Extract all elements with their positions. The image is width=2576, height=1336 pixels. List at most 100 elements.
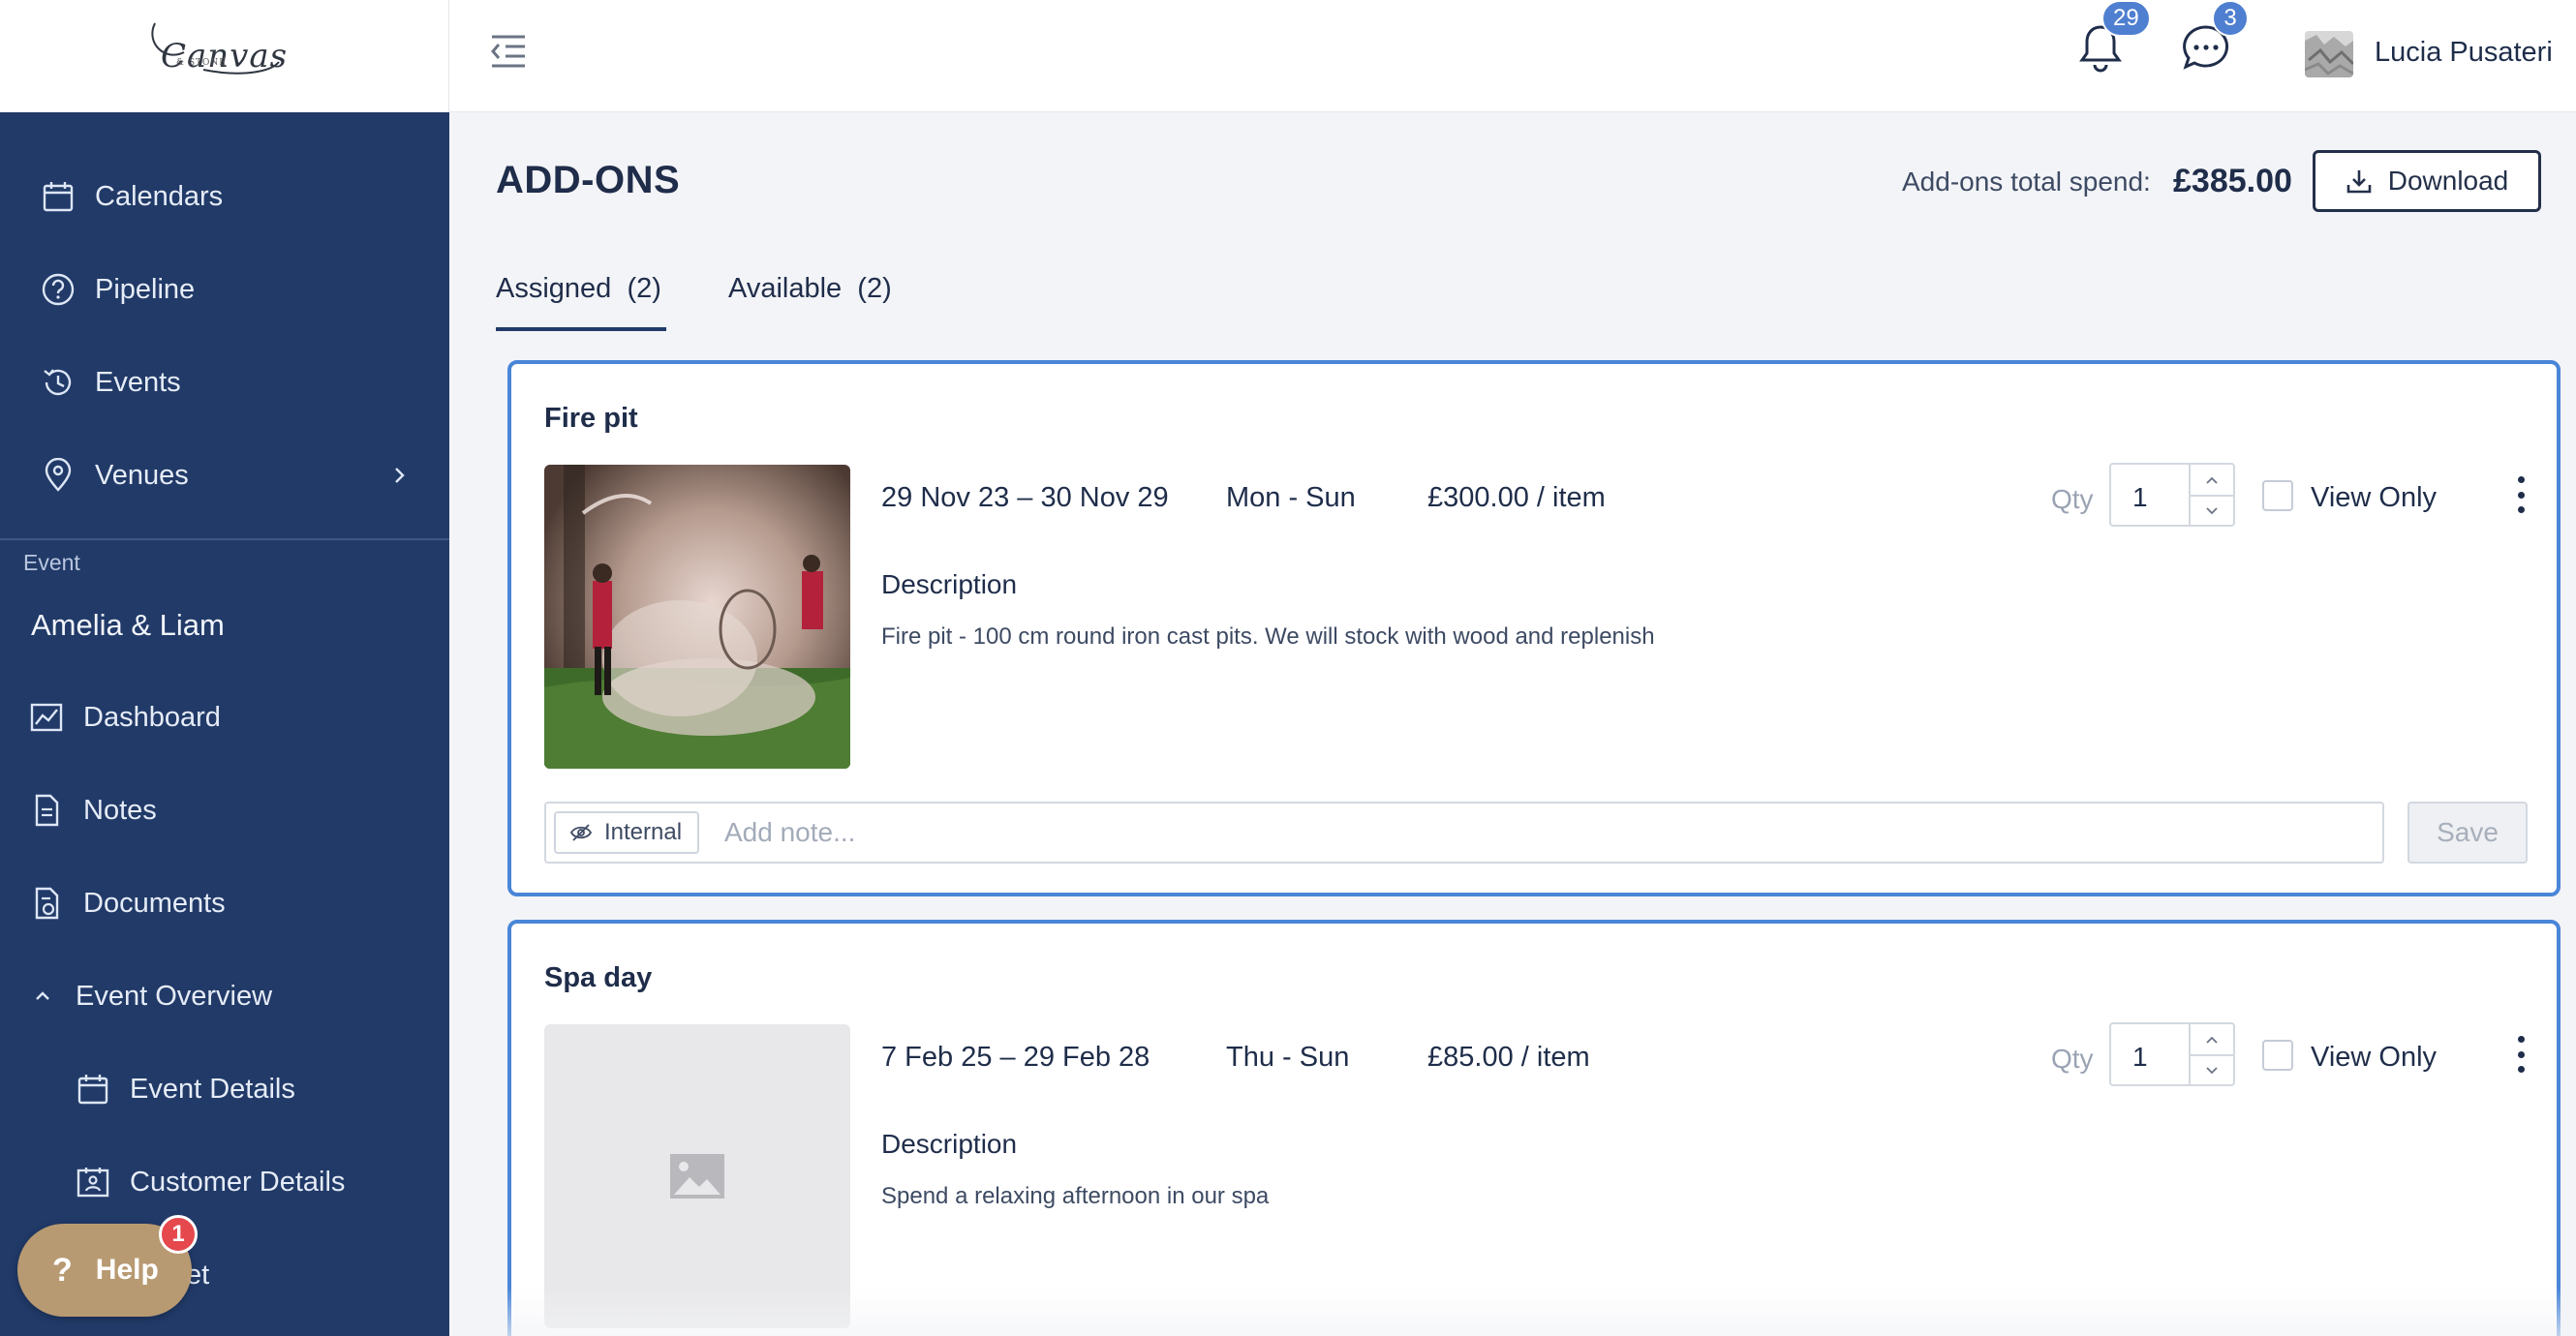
logo-subtext: & STONE: [176, 58, 227, 68]
chevron-up-icon: [36, 991, 49, 1000]
chevron-up-icon: [2206, 1036, 2218, 1044]
sidebar-item-label: Event Overview: [76, 980, 273, 1012]
sidebar-item-venues[interactable]: Venues: [0, 441, 449, 509]
sidebar-item-calendars[interactable]: Calendars: [0, 163, 449, 230]
internal-tag-label: Internal: [604, 819, 683, 845]
contact-card-icon: [77, 1168, 109, 1198]
view-only-label[interactable]: View Only: [2311, 1042, 2437, 1074]
quantity-value[interactable]: 1: [2132, 482, 2148, 513]
page-title: ADD-ONS: [496, 159, 681, 201]
brand-logo[interactable]: Canvas & STONE: [0, 0, 449, 112]
note-field[interactable]: Internal: [544, 802, 2384, 864]
sidebar-item-label: Documents: [83, 887, 226, 919]
addon-price: £300.00 / item: [1427, 482, 1606, 513]
addon-card-spa-day: Spa day 7 Feb 25 – 29 Feb 28 Thu - Sun £…: [507, 920, 2561, 1336]
active-tab-indicator: [496, 327, 666, 331]
total-spend-value: £385.00: [2173, 163, 2292, 199]
help-badge: 1: [159, 1215, 198, 1254]
description-title: Description: [881, 1129, 1018, 1159]
calendar-icon: [77, 1075, 108, 1105]
chevron-up-icon: [2206, 476, 2218, 484]
note-icon: [35, 794, 59, 827]
sidebar-item-label: Customer Details: [130, 1166, 346, 1198]
chevron-right-icon: [395, 468, 405, 483]
quantity-decrement[interactable]: [2191, 1054, 2233, 1084]
quantity-stepper[interactable]: 1: [2109, 1022, 2235, 1086]
current-event-name[interactable]: Amelia & Liam: [31, 608, 225, 643]
description-title: Description: [881, 569, 1018, 599]
sidebar-item-event-overview[interactable]: Event Overview: [0, 962, 449, 1030]
sidebar-item-event-details[interactable]: Event Details: [0, 1055, 449, 1123]
user-name[interactable]: Lucia Pusateri: [2375, 37, 2553, 69]
sidebar-item-documents[interactable]: Documents: [0, 869, 449, 937]
qty-label: Qty: [2051, 484, 2094, 514]
sidebar-item-label: Notes: [83, 794, 157, 826]
addon-card-fire-pit: Fire pit 29 Nov 23 – 30 Nov 29 Mon - Sun…: [507, 360, 2561, 896]
calendar-icon: [43, 182, 74, 212]
question-circle-icon: [42, 273, 75, 306]
quantity-increment[interactable]: [2191, 1024, 2233, 1054]
tab-count: (2): [627, 273, 661, 304]
sidebar-item-label: Pipeline: [95, 273, 196, 305]
addon-price: £85.00 / item: [1427, 1042, 1590, 1073]
sidebar-item-events[interactable]: Events: [0, 349, 449, 416]
addon-image: [544, 465, 850, 769]
description-text: Fire pit - 100 cm round iron cast pits. …: [881, 623, 1655, 650]
quantity-decrement[interactable]: [2191, 495, 2233, 525]
addon-date-range: 29 Nov 23 – 30 Nov 29: [881, 482, 1169, 513]
sidebar-item-pipeline[interactable]: Pipeline: [0, 256, 449, 323]
qty-label: Qty: [2051, 1044, 2094, 1074]
sidebar-item-label: Calendars: [95, 180, 224, 212]
chevron-down-icon: [2206, 506, 2218, 514]
tab-count: (2): [857, 273, 892, 304]
addon-title: Fire pit: [544, 403, 638, 434]
sidebar: Calendars Pipeline Events Venues Event A…: [0, 112, 449, 1336]
sidebar-item-label: Venues: [95, 459, 189, 491]
chevron-down-icon: [2206, 1066, 2218, 1074]
image-placeholder-icon: [670, 1154, 724, 1199]
addon-title: Spa day: [544, 962, 653, 993]
quantity-spinner: [2189, 465, 2233, 525]
tab-assigned[interactable]: Assigned (2): [496, 273, 661, 305]
save-note-button[interactable]: Save: [2407, 802, 2528, 864]
download-button[interactable]: Download: [2313, 150, 2541, 212]
quantity-increment[interactable]: [2191, 465, 2233, 495]
sidebar-divider: [0, 538, 449, 540]
history-icon: [44, 369, 72, 396]
note-input[interactable]: [724, 811, 2371, 854]
logo-swash-icon: [151, 22, 280, 75]
quantity-stepper[interactable]: 1: [2109, 463, 2235, 527]
more-options-icon[interactable]: [2506, 472, 2535, 517]
sidebar-item-label: Dashboard: [83, 701, 221, 733]
quantity-spinner: [2189, 1024, 2233, 1084]
tab-label: Available: [728, 273, 843, 304]
chart-icon: [30, 703, 63, 732]
collapse-menu-icon[interactable]: [488, 31, 529, 70]
sidebar-item-dashboard[interactable]: Dashboard: [0, 683, 449, 751]
view-only-checkbox[interactable]: [2262, 1040, 2293, 1071]
more-options-icon[interactable]: [2506, 1032, 2535, 1077]
view-only-label[interactable]: View Only: [2311, 482, 2437, 514]
addon-image-placeholder: [544, 1024, 850, 1328]
addon-date-range: 7 Feb 25 – 29 Feb 28: [881, 1042, 1150, 1073]
notifications-badge: 29: [2101, 0, 2151, 37]
sidebar-item-customer-details[interactable]: Customer Details: [0, 1148, 449, 1216]
tab-label: Assigned: [496, 273, 612, 304]
topbar: 29 3 Lucia Pusateri: [449, 0, 2576, 112]
sidebar-item-label: Events: [95, 366, 181, 398]
download-icon: [2346, 170, 2372, 194]
avatar[interactable]: [2305, 31, 2353, 77]
tab-available[interactable]: Available (2): [728, 273, 892, 305]
document-icon: [35, 887, 59, 920]
total-spend-label: Add-ons total spend:: [1902, 167, 2151, 197]
quantity-value[interactable]: 1: [2132, 1042, 2148, 1073]
view-only-checkbox[interactable]: [2262, 480, 2293, 511]
help-label: Help: [95, 1254, 159, 1286]
sidebar-item-notes[interactable]: Notes: [0, 776, 449, 844]
help-question-icon: ?: [52, 1251, 73, 1289]
download-label: Download: [2387, 166, 2509, 196]
internal-visibility-toggle[interactable]: Internal: [554, 811, 700, 854]
sidebar-item-label: Event Details: [130, 1073, 295, 1105]
eye-off-icon: [569, 824, 593, 841]
addon-days: Thu - Sun: [1226, 1042, 1350, 1073]
